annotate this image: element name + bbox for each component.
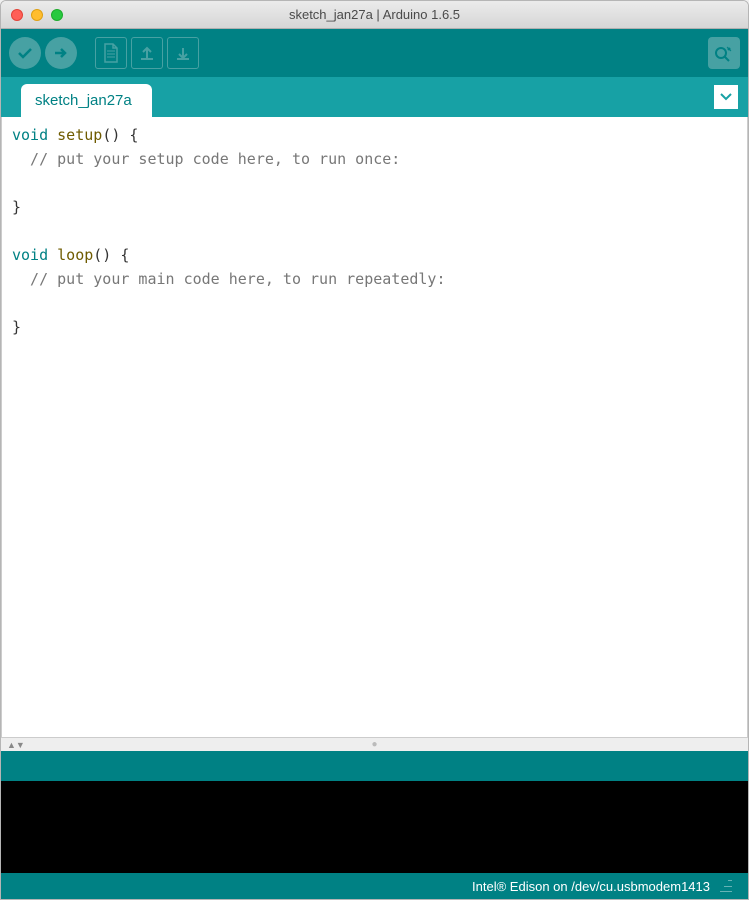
- titlebar[interactable]: sketch_jan27a | Arduino 1.6.5: [1, 1, 748, 29]
- code-editor[interactable]: void setup() { // put your setup code he…: [1, 117, 748, 737]
- check-icon: [16, 44, 34, 62]
- tab-bar: sketch_jan27a: [1, 77, 748, 117]
- function-name: setup: [57, 126, 102, 144]
- resize-grip-icon[interactable]: [720, 880, 732, 892]
- arrow-right-icon: [52, 44, 70, 62]
- traffic-lights: [11, 9, 63, 21]
- function-name: loop: [57, 246, 93, 264]
- minimize-button[interactable]: [31, 9, 43, 21]
- close-button[interactable]: [11, 9, 23, 21]
- comment: // put your setup code here, to run once…: [12, 150, 400, 168]
- verify-button[interactable]: [9, 37, 41, 69]
- divider-triangles: ▲▼: [7, 740, 25, 750]
- serial-monitor-button[interactable]: [708, 37, 740, 69]
- window-title: sketch_jan27a | Arduino 1.6.5: [1, 7, 748, 22]
- code-text: }: [12, 318, 21, 336]
- serial-monitor-icon: [714, 44, 734, 62]
- save-sketch-button[interactable]: [167, 37, 199, 69]
- status-bar: [1, 751, 748, 781]
- divider-bar[interactable]: ▲▼ ●: [1, 737, 748, 751]
- upload-button[interactable]: [45, 37, 77, 69]
- maximize-button[interactable]: [51, 9, 63, 21]
- chevron-down-icon: [720, 93, 732, 101]
- open-sketch-button[interactable]: [131, 37, 163, 69]
- code-text: () {: [102, 126, 138, 144]
- board-port-info: Intel® Edison on /dev/cu.usbmodem1413: [472, 879, 710, 894]
- keyword: void: [12, 246, 48, 264]
- keyword: void: [12, 126, 48, 144]
- tab-menu-button[interactable]: [714, 85, 738, 109]
- code-text: () {: [93, 246, 129, 264]
- grip-icon: ●: [371, 739, 377, 750]
- arrow-down-icon: [174, 44, 192, 62]
- new-sketch-button[interactable]: [95, 37, 127, 69]
- tab-sketch[interactable]: sketch_jan27a: [21, 84, 152, 117]
- document-icon: [102, 43, 120, 63]
- footer-bar: Intel® Edison on /dev/cu.usbmodem1413: [1, 873, 748, 899]
- console-output[interactable]: [1, 781, 748, 873]
- arrow-up-icon: [138, 44, 156, 62]
- comment: // put your main code here, to run repea…: [12, 270, 445, 288]
- arduino-window: sketch_jan27a | Arduino 1.6.5: [0, 0, 749, 900]
- code-text: }: [12, 198, 21, 216]
- toolbar: [1, 29, 748, 77]
